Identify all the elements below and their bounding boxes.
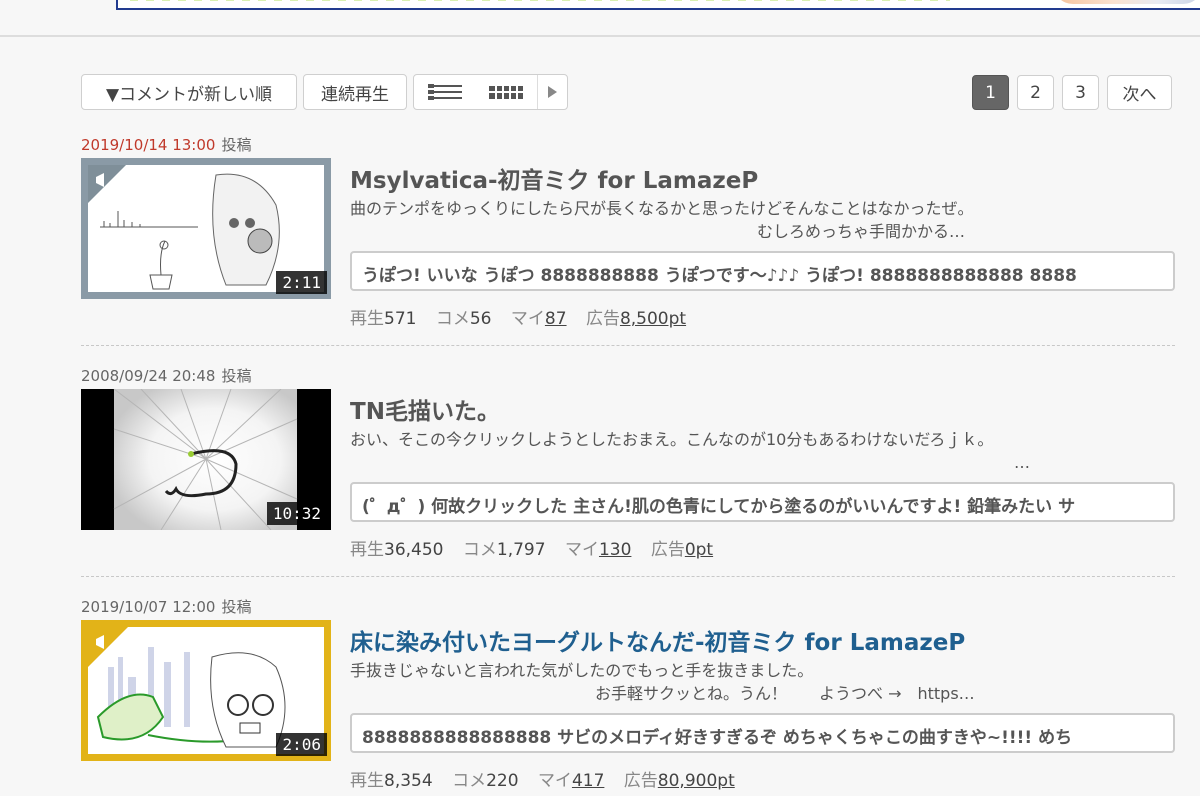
post-date: 2008/09/24 20:48 投稿 [81,367,252,385]
continuous-play-button[interactable]: 連続再生 [303,74,407,110]
latest-comments: うぽつ! いいな うぽつ 8888888888 うぽつです～♪♪♪ うぽつ! 8… [350,251,1175,291]
ad-points-link[interactable]: 0pt [685,540,713,560]
play-icon [548,86,558,98]
page-1-button[interactable]: 1 [972,75,1009,110]
latest-comments: (゜д゜) 何故クリックした 主さん!肌の色青にしてから塗るのがいいんですよ! … [350,482,1175,522]
ad-points-link[interactable]: 80,900pt [658,771,735,791]
video-description: おい、そこの今クリックしようとしたおまえ。こんなのが10分もあるわけないだろｊｋ… [350,430,1030,472]
pagination: 1 2 3 次へ [972,75,1172,110]
banner-pattern [130,0,950,1]
post-date: 2019/10/14 13:00 投稿 [81,136,252,154]
list-view-button[interactable] [414,75,476,109]
video-duration: 2:11 [276,271,327,294]
video-title[interactable]: TN毛描いた。 [350,392,500,426]
banner-illustration [1053,0,1200,4]
view-mode-group [413,74,568,110]
mylist-count-link[interactable]: 130 [599,540,631,560]
video-stats: 再生36,450 コメ1,797 マイ130 広告0pt [350,540,714,560]
post-date: 2019/10/07 12:00 投稿 [81,598,252,616]
video-item: 2008/09/24 20:48 投稿 10:32 TN毛描いた。 おい、そこの… [81,365,1175,577]
video-stats: 再生571 コメ56 マイ87 広告8,500pt [350,309,687,329]
sort-order-button[interactable]: ▼コメントが新しい順 [81,74,297,110]
mylist-count-link[interactable]: 87 [545,309,567,329]
grid-view-icon [489,85,524,99]
video-thumbnail[interactable]: 10:32 [81,389,331,530]
latest-comments: 8888888888888888 サビのメロディ好きすぎるぞ めちゃくちゃこの曲… [350,713,1175,753]
video-thumbnail[interactable]: 2:06 [81,620,331,761]
mylist-count-link[interactable]: 417 [572,771,604,791]
video-description: 手抜きじゃないと言われた気がしたのでもっと手を抜きました。 お手軽サクッとね。う… [350,661,975,703]
list-view-icon [427,84,462,100]
video-title[interactable]: Msylvatica-初音ミク for LamazeP [350,161,758,195]
play-view-button[interactable] [537,75,567,109]
video-item: 2019/10/14 13:00 投稿 2:11 Msylvatica-初音ミク… [81,134,1175,346]
page-3-button[interactable]: 3 [1062,75,1099,110]
video-duration: 10:32 [266,502,327,525]
top-banner-area [0,0,1200,37]
banner[interactable] [116,0,1200,10]
page-2-button[interactable]: 2 [1017,75,1054,110]
next-page-button[interactable]: 次へ [1107,75,1172,110]
ad-points-link[interactable]: 8,500pt [620,309,686,329]
video-title[interactable]: 床に染み付いたヨーグルトなんだ-初音ミク for LamazeP [350,623,965,657]
video-duration: 2:06 [276,733,327,756]
grid-view-button[interactable] [476,75,538,109]
video-description: 曲のテンポをゆっくりにしたら尺が長くなるかと思ったけどそんなことはなかったぜ。 … [350,199,974,241]
list-toolbar: ▼コメントが新しい順 連続再生 [81,74,568,110]
video-thumbnail[interactable]: 2:11 [81,158,331,299]
video-stats: 再生8,354 コメ220 マイ417 広告80,900pt [350,771,735,791]
video-item: 2019/10/07 12:00 投稿 2:06 床に染み付いたヨーグルトなんだ-… [81,596,1175,796]
